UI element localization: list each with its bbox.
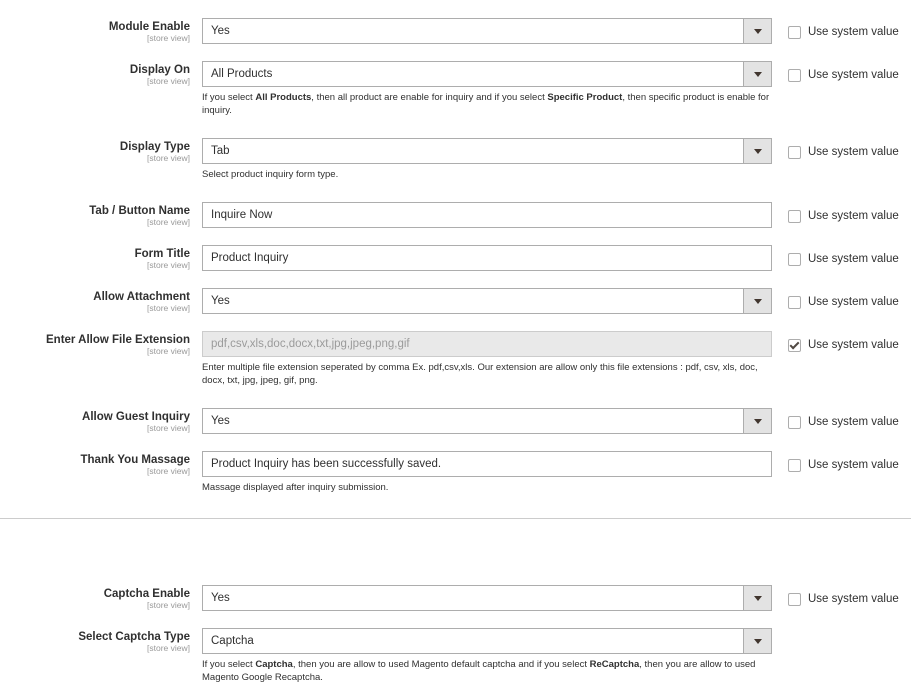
allow-attachment-value: Yes: [211, 295, 230, 307]
use-system-value-label: Use system value: [808, 593, 899, 605]
file-extension-label-group: Enter Allow File Extension [store view]: [46, 333, 190, 356]
checkbox[interactable]: [788, 253, 801, 266]
tab-button-name-label-group: Tab / Button Name [store view]: [89, 204, 190, 227]
allow-attachment-label-group: Allow Attachment [store view]: [93, 290, 190, 313]
file-extension-note: Enter multiple file extension seperated …: [202, 362, 758, 386]
dropdown-toggle[interactable]: [743, 409, 771, 433]
captcha-type-label-group: Select Captcha Type [store view]: [78, 630, 190, 653]
checkbox[interactable]: [788, 69, 801, 82]
checkbox-checked[interactable]: [788, 339, 801, 352]
dropdown-toggle[interactable]: [743, 586, 771, 610]
store-view-scope: [store view]: [147, 643, 190, 653]
use-system-value-label: Use system value: [808, 296, 899, 308]
captcha-type-value: Captcha: [211, 635, 254, 647]
use-system-value-label: Use system value: [808, 26, 899, 38]
section-divider: [0, 518, 911, 519]
store-view-scope: [store view]: [147, 217, 190, 227]
use-system-value-label: Use system value: [808, 459, 899, 471]
allow-guest-inquiry-value: Yes: [211, 415, 230, 427]
checkbox[interactable]: [788, 459, 801, 472]
store-view-scope: [store view]: [147, 600, 190, 610]
dropdown-toggle[interactable]: [743, 629, 771, 653]
store-view-scope: [store view]: [147, 260, 190, 270]
store-view-scope: [store view]: [147, 303, 190, 313]
captcha-type-note: If you select Captcha, then you are allo…: [202, 659, 756, 683]
use-system-value-label: Use system value: [808, 416, 899, 428]
chevron-down-icon: [754, 29, 762, 34]
allow-guest-inquiry-select[interactable]: Yes: [202, 408, 772, 434]
chevron-down-icon: [754, 419, 762, 424]
chevron-down-icon: [754, 596, 762, 601]
display-type-value: Tab: [211, 145, 230, 157]
use-system-value-label: Use system value: [808, 146, 899, 158]
file-extension-input[interactable]: pdf,csv,xls,doc,docx,txt,jpg,jpeg,png,gi…: [202, 331, 772, 357]
dropdown-toggle[interactable]: [743, 19, 771, 43]
allow-guest-inquiry-label: Allow Guest Inquiry: [82, 411, 190, 423]
tab-button-name-input[interactable]: Inquire Now: [202, 202, 772, 228]
store-view-scope: [store view]: [147, 33, 190, 43]
use-system-value-label: Use system value: [808, 339, 899, 351]
display-on-select[interactable]: All Products: [202, 61, 772, 87]
store-view-scope: [store view]: [147, 153, 190, 163]
chevron-down-icon: [754, 639, 762, 644]
captcha-type-select[interactable]: Captcha: [202, 628, 772, 654]
chevron-down-icon: [754, 149, 762, 154]
dropdown-toggle[interactable]: [743, 289, 771, 313]
tab-button-name-label: Tab / Button Name: [89, 205, 190, 217]
checkbox[interactable]: [788, 593, 801, 606]
file-extension-label: Enter Allow File Extension: [46, 334, 190, 346]
display-type-label: Display Type: [119, 141, 190, 153]
thank-you-message-value: Product Inquiry has been successfully sa…: [211, 458, 442, 470]
checkbox[interactable]: [788, 146, 801, 159]
captcha-enable-label: Captcha Enable: [103, 588, 190, 600]
file-extension-value: pdf,csv,xls,doc,docx,txt,jpg,jpeg,png,gi…: [211, 338, 410, 350]
use-system-value-label: Use system value: [808, 210, 899, 222]
form-title-value: Product Inquiry: [211, 252, 289, 264]
allow-guest-inquiry-label-group: Allow Guest Inquiry [store view]: [82, 410, 190, 433]
checkbox[interactable]: [788, 210, 801, 223]
module-enable-value: Yes: [211, 25, 230, 37]
display-on-note: If you select All Products, then all pro…: [202, 92, 770, 116]
chevron-down-icon: [754, 72, 762, 77]
module-enable-select[interactable]: Yes: [202, 18, 772, 44]
captcha-enable-label-group: Captcha Enable [store view]: [104, 587, 190, 610]
form-title-input[interactable]: Product Inquiry: [202, 245, 772, 271]
allow-attachment-select[interactable]: Yes: [202, 288, 772, 314]
form-title-label: Form Title: [134, 248, 190, 260]
checkbox[interactable]: [788, 416, 801, 429]
checkbox[interactable]: [788, 296, 801, 309]
checkbox[interactable]: [788, 26, 801, 39]
dropdown-toggle[interactable]: [743, 139, 771, 163]
display-type-select[interactable]: Tab: [202, 138, 772, 164]
thank-you-message-label: Thank You Massage: [80, 454, 191, 466]
form-title-label-group: Form Title [store view]: [135, 247, 190, 270]
module-enable-label: Module Enable: [108, 21, 190, 33]
store-view-scope: [store view]: [147, 466, 190, 476]
display-type-note: Select product inquiry form type.: [202, 169, 339, 180]
display-on-value: All Products: [211, 68, 273, 80]
use-system-value-label: Use system value: [808, 69, 899, 81]
store-view-scope: [store view]: [147, 346, 190, 356]
display-on-label-group: Display On [store view]: [130, 63, 190, 86]
display-type-label-group: Display Type [store view]: [120, 140, 190, 163]
use-system-value-label: Use system value: [808, 253, 899, 265]
dropdown-toggle[interactable]: [743, 62, 771, 86]
tab-button-name-value: Inquire Now: [211, 209, 273, 221]
chevron-down-icon: [754, 299, 762, 304]
thank-you-message-input[interactable]: Product Inquiry has been successfully sa…: [202, 451, 772, 477]
captcha-type-label: Select Captcha Type: [78, 631, 190, 643]
display-on-label: Display On: [129, 64, 190, 76]
captcha-enable-select[interactable]: Yes: [202, 585, 772, 611]
thank-you-message-label-group: Thank You Massage [store view]: [81, 453, 191, 476]
thank-you-message-note: Massage displayed after inquiry submissi…: [202, 482, 389, 493]
captcha-enable-value: Yes: [211, 592, 230, 604]
allow-attachment-label: Allow Attachment: [93, 291, 190, 303]
module-enable-label-group: Module Enable [store view]: [109, 20, 190, 43]
store-view-scope: [store view]: [147, 76, 190, 86]
store-view-scope: [store view]: [147, 423, 190, 433]
